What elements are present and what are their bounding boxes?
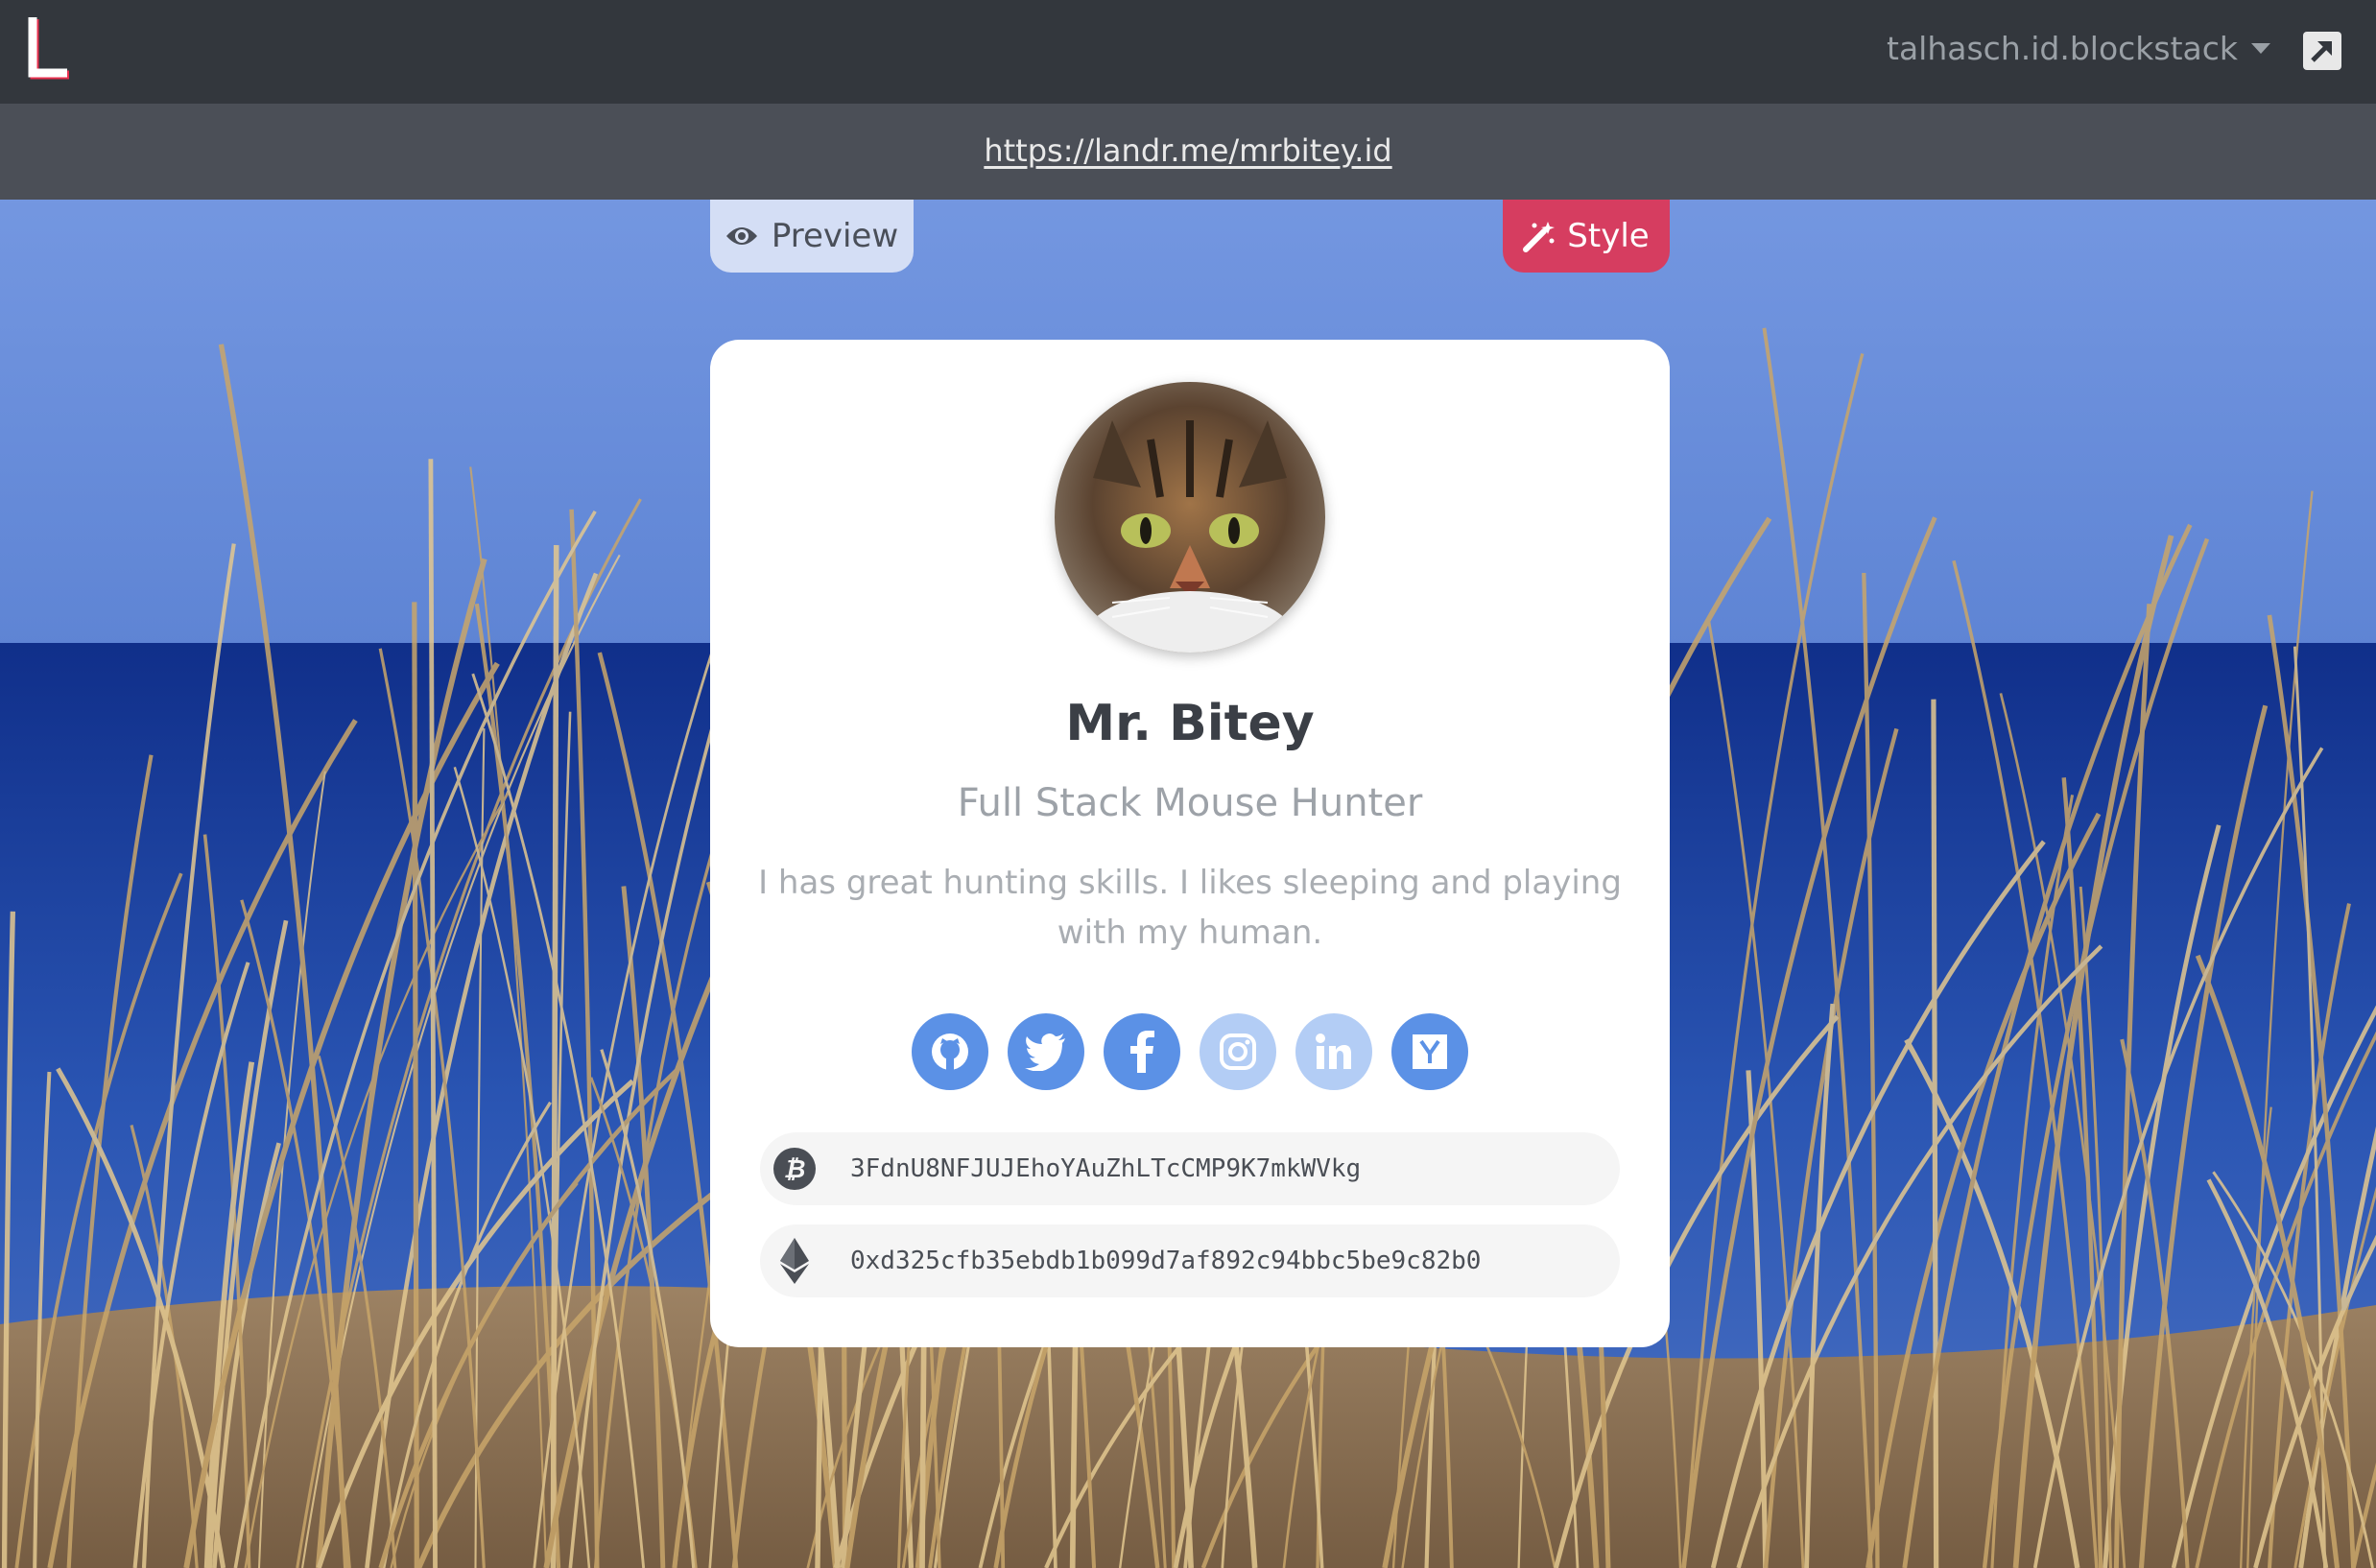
profile-card: Mr. Bitey Full Stack Mouse Hunter I has … [710,340,1670,1347]
linkedin-link[interactable] [1295,1013,1372,1090]
facebook-link[interactable] [1104,1013,1180,1090]
twitter-icon [1025,1033,1065,1071]
avatar [1055,382,1325,653]
ethereum-address-row[interactable]: 0xd325cfb35ebdb1b099d7af892c94bbc5be9c82… [760,1224,1620,1297]
profile-bio: I has great hunting skills. I likes slee… [758,864,1622,952]
hackernews-icon [1413,1034,1447,1069]
profile-url-link[interactable]: https://landr.me/mrbitey.id [984,132,1391,169]
bitcoin-icon: ₿ [772,1146,818,1192]
top-navbar: talhasch.id.blockstack [0,0,2376,104]
user-menu-dropdown[interactable]: talhasch.id.blockstack [1887,27,2270,69]
eye-icon [725,227,757,245]
style-button[interactable]: Style [1503,200,1670,273]
profile-name: Mr. Bitey [1065,695,1315,752]
ethereum-address: 0xd325cfb35ebdb1b099d7af892c94bbc5be9c82… [850,1247,1482,1275]
style-label: Style [1567,217,1650,255]
profile-tagline: Full Stack Mouse Hunter [957,781,1423,825]
social-links [710,1013,1670,1090]
bitcoin-address-row[interactable]: ₿ 3FdnU8NFJUJEhoYAuZhLTcCMP9K7mkWVkg [760,1132,1620,1205]
grass-blade [1931,699,1939,1568]
github-link[interactable] [912,1013,988,1090]
instagram-link[interactable] [1200,1013,1276,1090]
external-link-icon[interactable] [2303,32,2341,70]
user-id-label: talhasch.id.blockstack [1887,29,2238,67]
profile-url-bar: https://landr.me/mrbitey.id [0,104,2376,200]
facebook-icon [1130,1031,1154,1073]
preview-label: Preview [771,217,899,255]
bitcoin-address: 3FdnU8NFJUJEhoYAuZhLTcCMP9K7mkWVkg [850,1154,1362,1183]
hackernews-link[interactable] [1391,1013,1468,1090]
magic-wand-icon [1523,222,1556,252]
svg-text:₿: ₿ [784,1155,806,1184]
linkedin-icon [1316,1033,1351,1069]
instagram-icon [1220,1033,1256,1070]
ethereum-icon [772,1238,818,1284]
landr-logo[interactable] [25,13,73,81]
chevron-down-icon [2251,42,2270,54]
twitter-link[interactable] [1008,1013,1084,1090]
preview-button[interactable]: Preview [710,200,914,273]
github-icon [932,1033,968,1071]
